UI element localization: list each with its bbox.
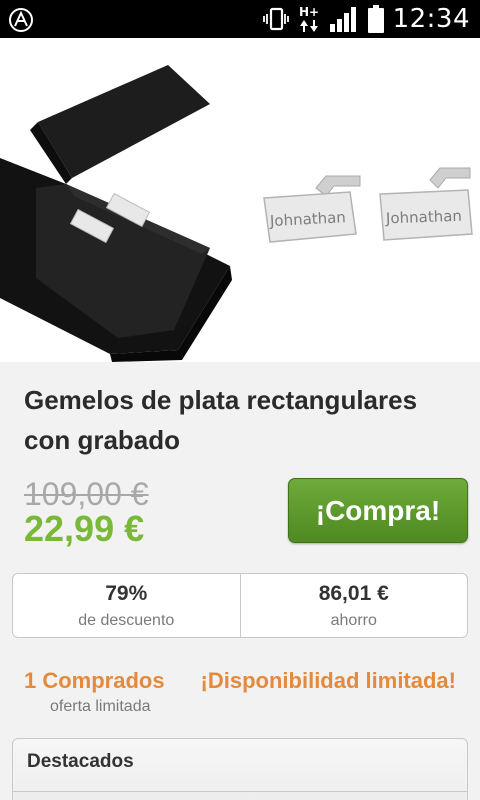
status-bar: H+ 12:34 bbox=[0, 0, 480, 38]
savings-label: ahorro bbox=[330, 611, 377, 629]
featured-title: Destacados bbox=[27, 751, 134, 772]
engraving-text-right: Johnathan bbox=[385, 207, 462, 228]
featured-divider bbox=[13, 791, 467, 792]
cufflinks-illustration: Johnathan Johnathan bbox=[0, 65, 473, 362]
battery-icon bbox=[367, 5, 384, 33]
discount-value: 79% bbox=[105, 581, 148, 605]
savings-stat: 86,01 € ahorro bbox=[239, 574, 468, 637]
buy-button[interactable]: ¡Compra! bbox=[288, 478, 468, 543]
limited-availability-label: ¡Disponibilidad limitada! bbox=[200, 668, 456, 693]
signal-strength-icon bbox=[329, 7, 356, 32]
clock: 12:34 bbox=[392, 4, 470, 34]
network-type-label: H+ bbox=[299, 5, 319, 19]
product-title: Gemelos de plata rectangulares con graba… bbox=[24, 385, 418, 455]
discount-label: de descuento bbox=[78, 611, 175, 629]
product-details: Gemelos de plata rectangulares con graba… bbox=[0, 362, 480, 800]
mobile-data-icon: H+ bbox=[299, 5, 319, 32]
product-image[interactable]: Johnathan Johnathan bbox=[0, 38, 480, 362]
savings-value: 86,01 € bbox=[318, 581, 389, 605]
purchased-count: 1 Comprados bbox=[24, 668, 165, 693]
vibrate-icon bbox=[262, 7, 289, 31]
deal-stats: 79% de descuento 86,01 € ahorro bbox=[12, 573, 468, 638]
sale-price: 22,99 € bbox=[24, 508, 145, 549]
limited-offer-label: oferta limitada bbox=[50, 698, 151, 715]
featured-section[interactable]: Destacados bbox=[12, 738, 468, 800]
discount-stat: 79% de descuento bbox=[13, 574, 240, 637]
app-logo-icon bbox=[9, 8, 33, 32]
